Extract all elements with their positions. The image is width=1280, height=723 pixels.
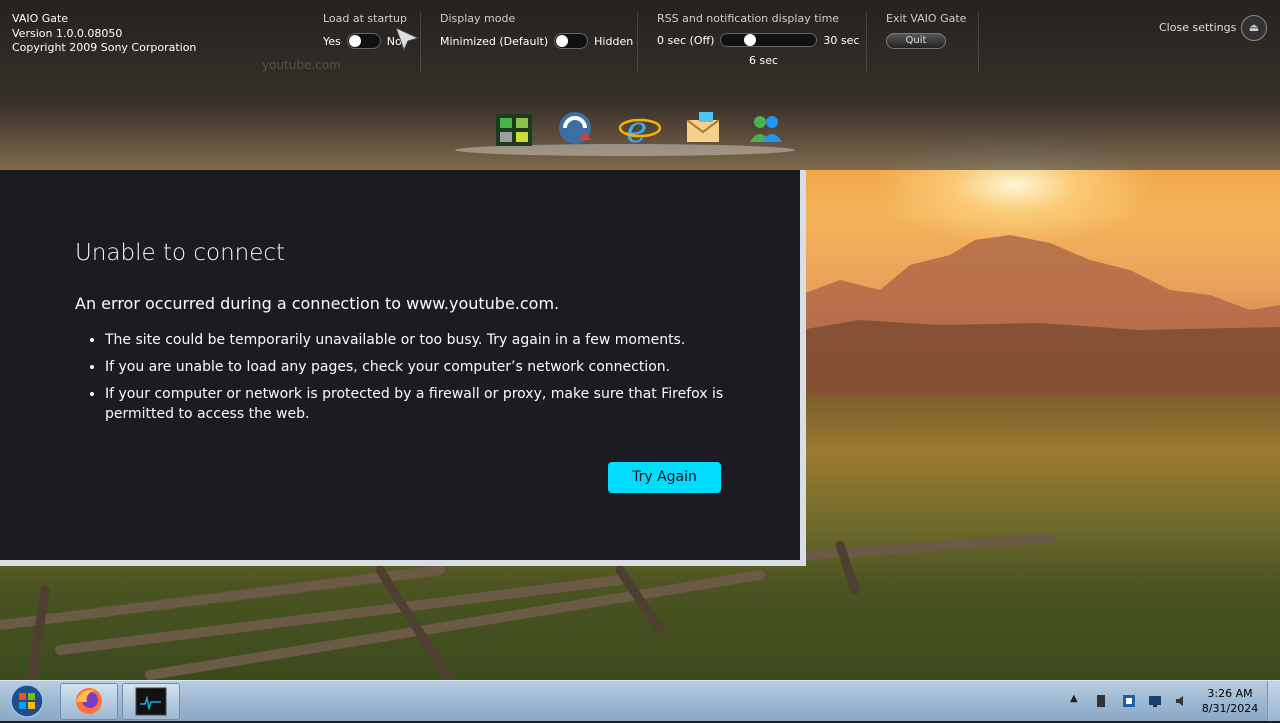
rss-label: RSS and notification display time bbox=[657, 12, 840, 25]
show-hidden-icons-arrow[interactable]: ▲ bbox=[1070, 693, 1084, 707]
windows-logo-icon bbox=[10, 684, 44, 718]
error-suggestions: The site could be temporarily unavailabl… bbox=[87, 330, 745, 431]
startup-toggle[interactable] bbox=[346, 33, 381, 49]
rss-setting: RSS and notification display time 0 sec … bbox=[657, 12, 859, 67]
divider bbox=[866, 12, 867, 72]
close-settings-icon[interactable]: ⏏ bbox=[1241, 15, 1267, 41]
divider bbox=[978, 12, 979, 72]
rss-current-value: 6 sec bbox=[749, 54, 779, 67]
error-suggestion: If your computer or network is protected… bbox=[105, 384, 745, 424]
error-suggestion: If you are unable to load any pages, che… bbox=[105, 357, 745, 377]
startup-toggle-knob bbox=[348, 35, 361, 47]
mouse-cursor-icon bbox=[396, 28, 420, 52]
startup-yes-label: Yes bbox=[323, 34, 341, 48]
internet-explorer-icon[interactable]: e bbox=[618, 108, 662, 151]
error-subtitle: An error occurred during a connection to… bbox=[75, 294, 560, 313]
start-button[interactable] bbox=[6, 683, 48, 719]
display-minimized-label: Minimized (Default) bbox=[440, 34, 549, 48]
firefox-icon bbox=[76, 688, 102, 714]
taskbar: ▲ 3:26 AM 8/31/2024 bbox=[0, 680, 1280, 721]
taskbar-firefox-button[interactable] bbox=[60, 683, 118, 720]
try-again-button[interactable]: Try Again bbox=[608, 462, 721, 493]
network-icon[interactable] bbox=[1122, 693, 1136, 707]
gate-copyright: Copyright 2009 Sony Corporation bbox=[12, 41, 197, 54]
clock-date: 8/31/2024 bbox=[1201, 702, 1259, 715]
close-settings-link[interactable]: Close settings bbox=[1159, 21, 1236, 34]
error-title: Unable to connect bbox=[75, 240, 286, 266]
load-startup-setting: Load at startup Yes No bbox=[323, 12, 407, 49]
exit-setting: Exit VAIO Gate Quit bbox=[886, 12, 966, 49]
ghost-address-bar: youtube.com bbox=[262, 58, 341, 72]
error-suggestion: The site could be temporarily unavailabl… bbox=[105, 330, 745, 350]
display-mode-setting: Display mode Minimized (Default) Hidden bbox=[440, 12, 633, 49]
load-startup-label: Load at startup bbox=[323, 12, 408, 25]
display-icon[interactable] bbox=[1148, 693, 1162, 707]
display-mode-label: Display mode bbox=[440, 12, 516, 25]
vaio-gate-bar: youtube.com VAIO Gate Version 1.0.0.0805… bbox=[0, 0, 1280, 170]
show-desktop-button[interactable] bbox=[1267, 681, 1280, 721]
display-mode-toggle-knob bbox=[556, 35, 569, 47]
firefox-error-page: Unable to connect An error occurred duri… bbox=[0, 170, 806, 566]
divider bbox=[637, 12, 638, 72]
vaio-update-icon[interactable] bbox=[555, 108, 599, 148]
divider bbox=[420, 12, 421, 72]
rss-time-slider[interactable] bbox=[720, 33, 818, 47]
clock-time: 3:26 AM bbox=[1207, 687, 1253, 700]
windows-live-messenger-icon[interactable] bbox=[744, 108, 788, 148]
mountain-silhouette bbox=[800, 235, 1280, 395]
taskbar-clock[interactable]: 3:26 AM 8/31/2024 bbox=[1200, 686, 1260, 716]
volume-icon[interactable] bbox=[1174, 693, 1188, 707]
gate-version: Version 1.0.0.08050 bbox=[12, 26, 123, 40]
exit-label: Exit VAIO Gate bbox=[886, 12, 967, 25]
rss-slider-knob[interactable] bbox=[743, 34, 756, 46]
terminal-icon bbox=[135, 687, 167, 716]
rss-max-label: 30 sec bbox=[823, 33, 860, 47]
gate-app-info: VAIO Gate Version 1.0.0.08050 Copyright … bbox=[12, 12, 196, 56]
email-icon[interactable] bbox=[681, 108, 725, 148]
display-hidden-label: Hidden bbox=[594, 34, 634, 48]
taskbar-terminal-button[interactable] bbox=[122, 683, 180, 720]
gate-dock: e bbox=[450, 100, 800, 160]
display-mode-toggle[interactable] bbox=[554, 33, 589, 49]
gate-app-title: VAIO Gate bbox=[12, 12, 69, 25]
quit-button[interactable]: Quit bbox=[886, 33, 946, 49]
media-gallery-icon[interactable] bbox=[492, 108, 536, 148]
rss-min-label: 0 sec (Off) bbox=[657, 33, 715, 47]
svg-text:e: e bbox=[626, 110, 647, 148]
usb-device-icon[interactable] bbox=[1094, 693, 1108, 707]
